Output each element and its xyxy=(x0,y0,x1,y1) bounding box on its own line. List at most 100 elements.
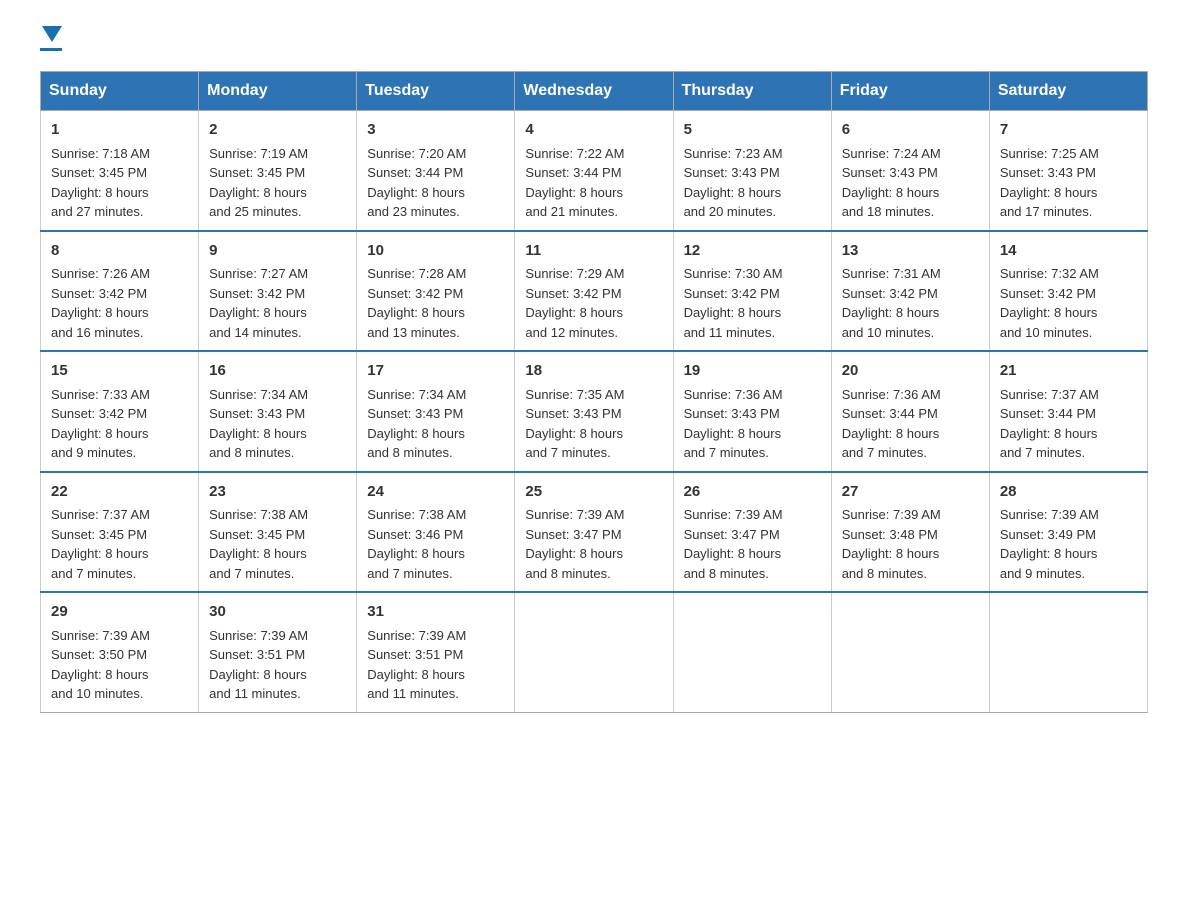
sunrise-text: Sunrise: 7:19 AM xyxy=(209,146,308,161)
daylight-label: Daylight: 8 hours xyxy=(525,185,623,200)
sunrise-text: Sunrise: 7:39 AM xyxy=(525,507,624,522)
sunset-text: Sunset: 3:49 PM xyxy=(1000,527,1096,542)
day-number: 31 xyxy=(367,601,504,624)
sunrise-text: Sunrise: 7:32 AM xyxy=(1000,266,1099,281)
day-number: 13 xyxy=(842,240,979,263)
sunset-text: Sunset: 3:44 PM xyxy=(525,165,621,180)
daylight-duration: and 7 minutes. xyxy=(209,566,294,581)
calendar-cell: 5Sunrise: 7:23 AMSunset: 3:43 PMDaylight… xyxy=(673,111,831,231)
daylight-label: Daylight: 8 hours xyxy=(209,185,307,200)
calendar-cell: 20Sunrise: 7:36 AMSunset: 3:44 PMDayligh… xyxy=(831,351,989,472)
sunset-text: Sunset: 3:43 PM xyxy=(1000,165,1096,180)
calendar-cell: 21Sunrise: 7:37 AMSunset: 3:44 PMDayligh… xyxy=(989,351,1147,472)
sunrise-text: Sunrise: 7:37 AM xyxy=(51,507,150,522)
calendar-cell: 10Sunrise: 7:28 AMSunset: 3:42 PMDayligh… xyxy=(357,231,515,352)
daylight-duration: and 11 minutes. xyxy=(367,686,459,701)
daylight-label: Daylight: 8 hours xyxy=(209,546,307,561)
daylight-label: Daylight: 8 hours xyxy=(367,305,465,320)
daylight-label: Daylight: 8 hours xyxy=(367,426,465,441)
calendar-cell xyxy=(989,592,1147,712)
sunset-text: Sunset: 3:45 PM xyxy=(51,165,147,180)
daylight-duration: and 9 minutes. xyxy=(51,445,136,460)
daylight-label: Daylight: 8 hours xyxy=(525,546,623,561)
day-number: 14 xyxy=(1000,240,1137,263)
daylight-duration: and 13 minutes. xyxy=(367,325,460,340)
calendar-cell: 7Sunrise: 7:25 AMSunset: 3:43 PMDaylight… xyxy=(989,111,1147,231)
day-number: 12 xyxy=(684,240,821,263)
daylight-duration: and 10 minutes. xyxy=(51,686,144,701)
daylight-label: Daylight: 8 hours xyxy=(367,667,465,682)
daylight-duration: and 17 minutes. xyxy=(1000,204,1093,219)
calendar-cell: 22Sunrise: 7:37 AMSunset: 3:45 PMDayligh… xyxy=(41,472,199,593)
day-number: 16 xyxy=(209,360,346,383)
sunrise-text: Sunrise: 7:23 AM xyxy=(684,146,783,161)
sunrise-text: Sunrise: 7:29 AM xyxy=(525,266,624,281)
calendar-cell: 4Sunrise: 7:22 AMSunset: 3:44 PMDaylight… xyxy=(515,111,673,231)
sunrise-text: Sunrise: 7:34 AM xyxy=(209,387,308,402)
sunset-text: Sunset: 3:44 PM xyxy=(367,165,463,180)
daylight-duration: and 7 minutes. xyxy=(51,566,136,581)
daylight-duration: and 9 minutes. xyxy=(1000,566,1085,581)
daylight-label: Daylight: 8 hours xyxy=(525,305,623,320)
sunrise-text: Sunrise: 7:28 AM xyxy=(367,266,466,281)
day-number: 7 xyxy=(1000,119,1137,142)
daylight-label: Daylight: 8 hours xyxy=(51,185,149,200)
daylight-duration: and 8 minutes. xyxy=(209,445,294,460)
calendar-cell: 25Sunrise: 7:39 AMSunset: 3:47 PMDayligh… xyxy=(515,472,673,593)
daylight-duration: and 7 minutes. xyxy=(684,445,769,460)
sunset-text: Sunset: 3:47 PM xyxy=(525,527,621,542)
day-number: 1 xyxy=(51,119,188,142)
daylight-duration: and 23 minutes. xyxy=(367,204,460,219)
calendar-cell: 1Sunrise: 7:18 AMSunset: 3:45 PMDaylight… xyxy=(41,111,199,231)
daylight-label: Daylight: 8 hours xyxy=(1000,185,1098,200)
daylight-duration: and 16 minutes. xyxy=(51,325,144,340)
calendar-cell: 27Sunrise: 7:39 AMSunset: 3:48 PMDayligh… xyxy=(831,472,989,593)
sunrise-text: Sunrise: 7:24 AM xyxy=(842,146,941,161)
daylight-duration: and 18 minutes. xyxy=(842,204,935,219)
calendar-cell: 6Sunrise: 7:24 AMSunset: 3:43 PMDaylight… xyxy=(831,111,989,231)
sunset-text: Sunset: 3:42 PM xyxy=(1000,286,1096,301)
daylight-label: Daylight: 8 hours xyxy=(51,305,149,320)
day-number: 30 xyxy=(209,601,346,624)
daylight-duration: and 10 minutes. xyxy=(1000,325,1093,340)
sunset-text: Sunset: 3:51 PM xyxy=(209,647,305,662)
daylight-duration: and 8 minutes. xyxy=(525,566,610,581)
sunset-text: Sunset: 3:47 PM xyxy=(684,527,780,542)
daylight-duration: and 7 minutes. xyxy=(842,445,927,460)
sunset-text: Sunset: 3:43 PM xyxy=(209,406,305,421)
daylight-duration: and 21 minutes. xyxy=(525,204,618,219)
daylight-label: Daylight: 8 hours xyxy=(684,305,782,320)
daylight-duration: and 11 minutes. xyxy=(209,686,301,701)
daylight-duration: and 27 minutes. xyxy=(51,204,144,219)
daylight-duration: and 8 minutes. xyxy=(842,566,927,581)
daylight-label: Daylight: 8 hours xyxy=(367,546,465,561)
sunrise-text: Sunrise: 7:35 AM xyxy=(525,387,624,402)
sunset-text: Sunset: 3:46 PM xyxy=(367,527,463,542)
calendar-cell: 3Sunrise: 7:20 AMSunset: 3:44 PMDaylight… xyxy=(357,111,515,231)
day-number: 8 xyxy=(51,240,188,263)
day-number: 15 xyxy=(51,360,188,383)
calendar-cell: 8Sunrise: 7:26 AMSunset: 3:42 PMDaylight… xyxy=(41,231,199,352)
day-number: 3 xyxy=(367,119,504,142)
daylight-label: Daylight: 8 hours xyxy=(1000,426,1098,441)
logo-triangle-icon xyxy=(42,26,62,42)
day-number: 17 xyxy=(367,360,504,383)
calendar-cell: 24Sunrise: 7:38 AMSunset: 3:46 PMDayligh… xyxy=(357,472,515,593)
calendar-cell: 14Sunrise: 7:32 AMSunset: 3:42 PMDayligh… xyxy=(989,231,1147,352)
calendar-cell: 16Sunrise: 7:34 AMSunset: 3:43 PMDayligh… xyxy=(199,351,357,472)
daylight-duration: and 7 minutes. xyxy=(525,445,610,460)
daylight-label: Daylight: 8 hours xyxy=(51,426,149,441)
sunrise-text: Sunrise: 7:36 AM xyxy=(684,387,783,402)
sunset-text: Sunset: 3:51 PM xyxy=(367,647,463,662)
sunrise-text: Sunrise: 7:26 AM xyxy=(51,266,150,281)
daylight-duration: and 11 minutes. xyxy=(684,325,776,340)
sunset-text: Sunset: 3:44 PM xyxy=(842,406,938,421)
sunset-text: Sunset: 3:42 PM xyxy=(684,286,780,301)
sunrise-text: Sunrise: 7:20 AM xyxy=(367,146,466,161)
day-header-saturday: Saturday xyxy=(989,72,1147,111)
sunrise-text: Sunrise: 7:39 AM xyxy=(51,628,150,643)
daylight-label: Daylight: 8 hours xyxy=(842,305,940,320)
daylight-label: Daylight: 8 hours xyxy=(51,546,149,561)
sunrise-text: Sunrise: 7:38 AM xyxy=(367,507,466,522)
sunrise-text: Sunrise: 7:39 AM xyxy=(1000,507,1099,522)
